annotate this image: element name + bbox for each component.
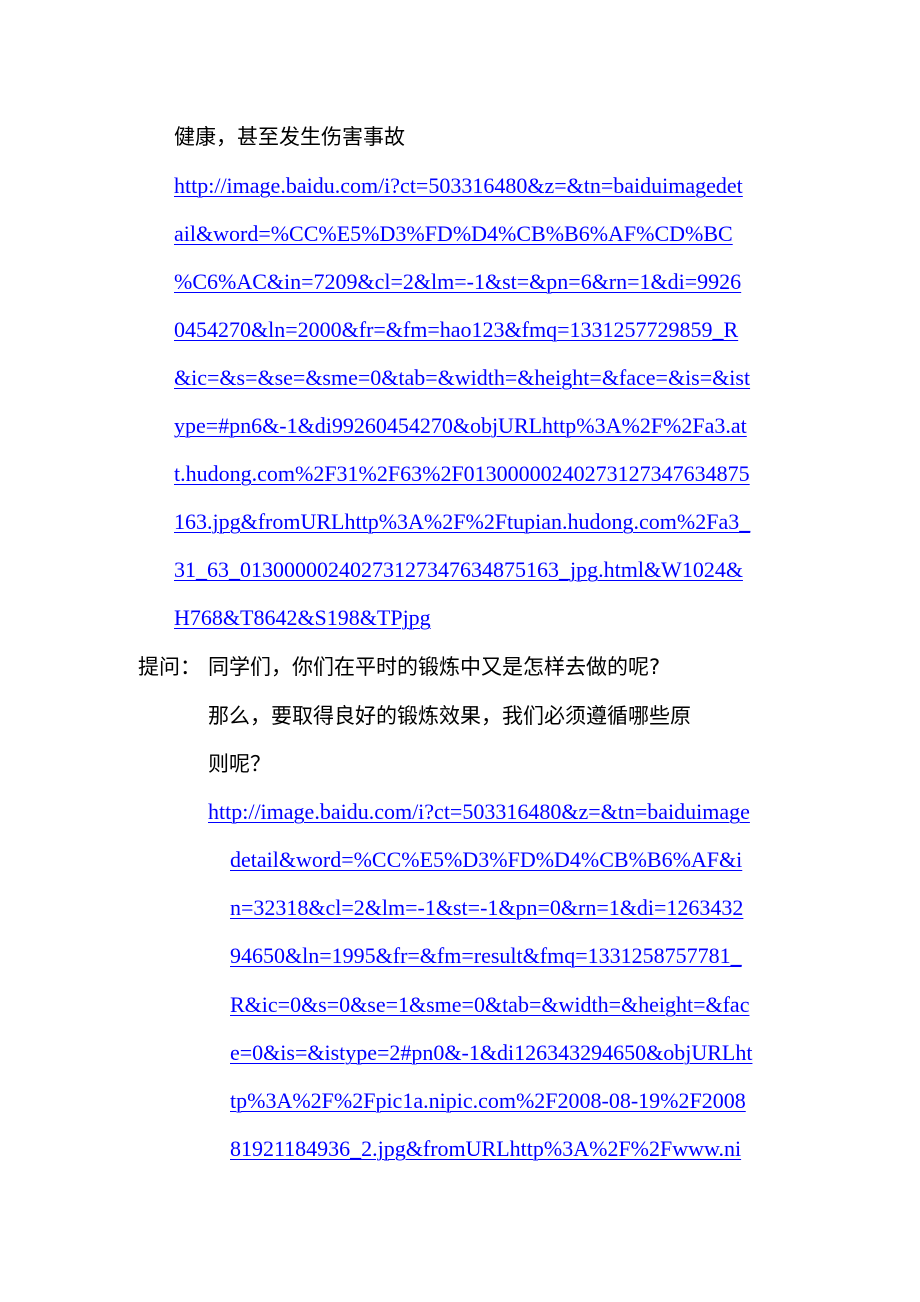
link-line[interactable]: detail&word=%CC%E5%D3%FD%D4%CB%B6%AF&i [230,847,742,873]
link-line[interactable]: e=0&is=&istype=2#pn0&-1&di126343294650&o… [230,1040,752,1066]
paragraph-text: 健康，甚至发生伤害事故 [174,125,405,149]
link-line[interactable]: http://image.baidu.com/i?ct=503316480&z=… [208,799,750,825]
link-line[interactable]: http://image.baidu.com/i?ct=503316480&z=… [174,173,743,199]
link-line[interactable]: %C6%AC&in=7209&cl=2&lm=-1&st=&pn=6&rn=1&… [174,269,741,295]
link-line[interactable]: ail&word=%CC%E5%D3%FD%D4%CB%B6%AF%CD%BC [174,221,733,247]
followup-text: 那么，要取得良好的锻炼效果，我们必须遵循哪些原 [208,704,691,728]
question-label: 提问： [138,655,201,679]
link-line[interactable]: 81921184936_2.jpg&fromURLhttp%3A%2F%2Fww… [230,1136,741,1162]
followup-text: 则呢？ [208,752,271,776]
link-line[interactable]: 94650&ln=1995&fr=&fm=result&fmq=13312587… [230,943,742,969]
link-line[interactable]: 0454270&ln=2000&fr=&fm=hao123&fmq=133125… [174,317,738,343]
link-line[interactable]: &ic=&s=&se=&sme=0&tab=&width=&height=&fa… [174,365,750,391]
link-line[interactable]: t.hudong.com%2F31%2F63%2F013000002402731… [174,461,750,487]
link-line[interactable]: n=32318&cl=2&lm=-1&st=-1&pn=0&rn=1&di=12… [230,895,743,921]
link-line[interactable]: R&ic=0&s=0&se=1&sme=0&tab=&width=&height… [230,992,749,1018]
question-text: 同学们，你们在平时的锻炼中又是怎样去做的呢? [208,655,661,679]
link-line[interactable]: 163.jpg&fromURLhttp%3A%2F%2Ftupian.hudon… [174,509,750,535]
link-line[interactable]: 31_63_01300000240273127347634875163_jpg.… [174,557,743,583]
link-line[interactable]: ype=#pn6&-1&di99260454270&objURLhttp%3A%… [174,413,747,439]
link-line[interactable]: tp%3A%2F%2Fpic1a.nipic.com%2F2008-08-19%… [230,1088,746,1114]
link-line[interactable]: H768&T8642&S198&TPjpg [174,605,431,631]
